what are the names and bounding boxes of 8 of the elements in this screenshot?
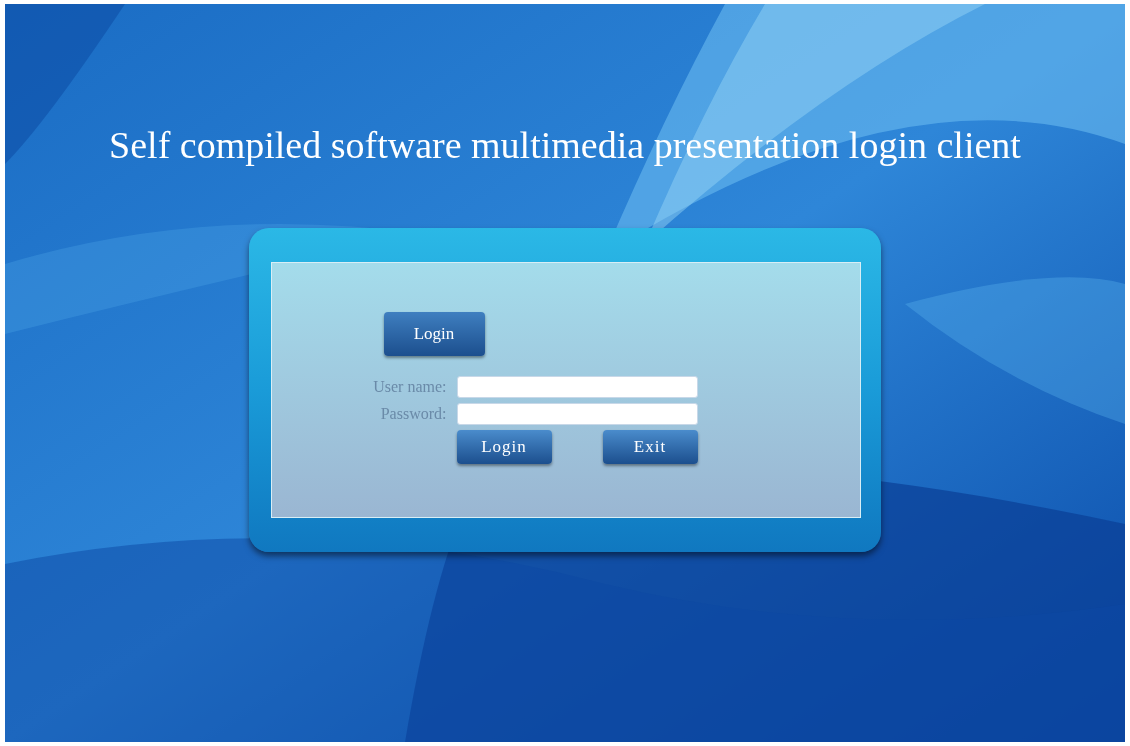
action-button[interactable]: Login [456, 430, 552, 464]
page-title: Self compiled software multimedia presentation login client [109, 123, 1021, 168]
input-field[interactable] [456, 403, 698, 425]
field-label: User name: [372, 377, 447, 397]
action-button[interactable]: Exit [602, 430, 698, 464]
input-field[interactable] [456, 376, 698, 398]
login-tab-button[interactable]: Login [383, 312, 485, 356]
field-label: Password: [379, 404, 447, 424]
